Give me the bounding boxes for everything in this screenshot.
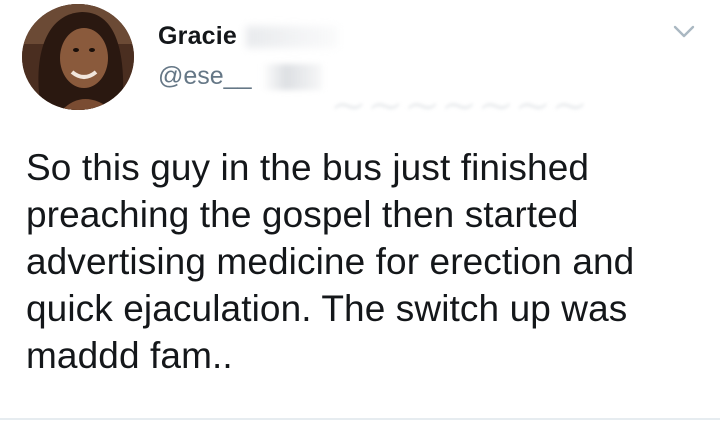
divider [0,418,720,420]
display-name[interactable]: Gracie [158,22,237,51]
profile-photo-icon [22,4,134,110]
redaction-blur [246,26,338,48]
avatar[interactable] [22,4,134,110]
tweet-card: Gracie @ese__ ~~~~~~~ So this guy in the… [0,0,720,424]
redaction-blur [262,64,322,90]
chevron-down-icon[interactable] [672,22,696,42]
tweet-text: So this guy in the bus just finished pre… [26,147,635,376]
watermark: ~~~~~~~ [330,80,589,131]
user-handle[interactable]: @ese__ [158,62,252,91]
